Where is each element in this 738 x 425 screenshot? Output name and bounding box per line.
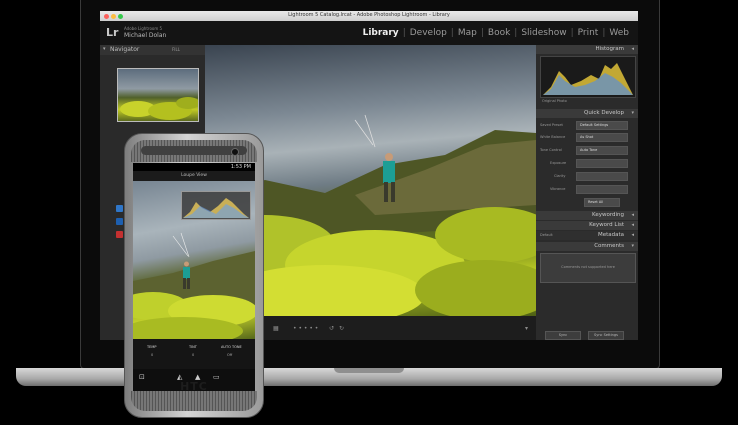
- module-map[interactable]: Map: [455, 28, 480, 38]
- lightroom-logo: Lr: [106, 26, 119, 39]
- collapse-triangle-icon: ▾: [103, 46, 106, 52]
- phone-status-bar: 1:53 PM: [133, 163, 255, 171]
- histogram-header[interactable]: Histogram ◂: [536, 45, 638, 54]
- quick-develop-header[interactable]: Quick Develop ▾: [536, 109, 638, 118]
- collapse-triangle-icon: ◂: [631, 222, 634, 228]
- metadata-header[interactable]: Default Metadata ◂: [536, 231, 638, 240]
- phone-bottom-speaker: [131, 391, 257, 411]
- rating-dots[interactable]: • • • • •: [293, 325, 318, 332]
- phone-adjust-controls: TEMP 0 TINT 0 AUTO TONE Off: [133, 339, 255, 369]
- default-preset-select[interactable]: Default: [540, 233, 553, 237]
- laptop-base: [16, 368, 722, 386]
- histogram-graph: [543, 63, 633, 95]
- original-photo-checkbox[interactable]: Original Photo: [542, 99, 567, 103]
- collapse-triangle-icon: ▾: [631, 110, 634, 116]
- navigator-label: Navigator: [110, 46, 140, 53]
- exposure-stepper[interactable]: [576, 159, 628, 168]
- phone-speaker-area: [131, 140, 257, 162]
- module-picker: Library | Develop | Map | Book | Slideshow | …: [360, 28, 632, 38]
- grid-view-icon[interactable]: ▦: [273, 325, 279, 332]
- tint-label: TINT: [189, 345, 197, 349]
- vibrance-label: Vibrance: [550, 187, 566, 191]
- htc-logo: HTC: [180, 380, 208, 393]
- collapse-triangle-icon: ◂: [631, 212, 634, 218]
- facebook-icon[interactable]: [116, 205, 123, 212]
- comments-placeholder: Comments not supported here: [561, 265, 615, 269]
- publish-service-icon[interactable]: [116, 231, 123, 238]
- comments-header[interactable]: Comments ▾: [536, 242, 638, 251]
- navigator-header[interactable]: ▾ Navigator FILL: [100, 45, 205, 55]
- flickr-icon[interactable]: [116, 218, 123, 225]
- auto-tone-button[interactable]: Auto Tone: [576, 146, 628, 155]
- collapse-triangle-icon: ◂: [631, 46, 634, 52]
- phone: 1:53 PM Loupe View TEMP 0 TINT 0 AUTO TO…: [124, 133, 264, 418]
- white-balance-select[interactable]: As Shot: [576, 133, 628, 142]
- keyword-list-label: Keyword List: [589, 222, 624, 228]
- module-library[interactable]: Library: [360, 28, 402, 38]
- module-web[interactable]: Web: [606, 28, 632, 38]
- temp-value[interactable]: 0: [151, 353, 153, 357]
- front-camera: [231, 148, 239, 156]
- phone-clock: 1:53 PM: [230, 164, 251, 170]
- collapse-triangle-icon: ◂: [631, 232, 634, 238]
- navigator-thumbnail[interactable]: [117, 68, 199, 122]
- toolbar-menu-icon[interactable]: ▾: [525, 325, 528, 332]
- module-slideshow[interactable]: Slideshow: [518, 28, 569, 38]
- module-print[interactable]: Print: [575, 28, 602, 38]
- phone-histogram-graph: [183, 198, 249, 218]
- sync-button[interactable]: Sync: [545, 331, 581, 340]
- keyword-list-header[interactable]: Keyword List ◂: [536, 221, 638, 230]
- quick-develop-label: Quick Develop: [584, 110, 624, 116]
- tint-value[interactable]: 0: [192, 353, 194, 357]
- comments-label: Comments: [594, 243, 624, 249]
- phone-screen: 1:53 PM Loupe View TEMP 0 TINT 0 AUTO TO…: [133, 163, 255, 391]
- histogram-chart: [540, 56, 636, 98]
- right-panel: Histogram ◂ Original Photo Quick Develop…: [536, 45, 638, 340]
- auto-tone-value[interactable]: Off: [227, 353, 232, 357]
- histogram-label: Histogram: [595, 46, 624, 52]
- phone-histogram: [181, 191, 251, 220]
- exposure-label: Exposure: [550, 161, 567, 165]
- rotate-right-icon[interactable]: ↻: [339, 325, 344, 332]
- vibrance-stepper[interactable]: [576, 185, 628, 194]
- window-titlebar: Lightroom 5 Catalog.lrcat - Adobe Photos…: [100, 11, 638, 21]
- zoom-fill-option[interactable]: FILL: [172, 47, 180, 52]
- phone-view-title: Loupe View: [181, 173, 207, 178]
- metadata-label: Metadata: [597, 232, 624, 238]
- saved-preset-select[interactable]: Default Settings: [576, 121, 628, 130]
- keywording-label: Keywording: [592, 212, 624, 218]
- temp-label: TEMP: [147, 345, 157, 349]
- lightroom-header: Lr Adobe Lightroom 5 Michael Dolan Libra…: [100, 21, 638, 45]
- module-book[interactable]: Book: [485, 28, 513, 38]
- module-develop[interactable]: Develop: [407, 28, 450, 38]
- publish-services-icons: [116, 205, 124, 244]
- user-name: Michael Dolan: [124, 32, 167, 39]
- rotate-left-icon[interactable]: ↺: [329, 325, 334, 332]
- phone-photo-view[interactable]: [133, 181, 255, 339]
- collapse-triangle-icon: ▾: [631, 243, 634, 249]
- laptop-notch: [334, 368, 404, 373]
- comments-box[interactable]: Comments not supported here: [540, 253, 636, 283]
- saved-preset-label: Saved Preset: [540, 123, 563, 127]
- white-balance-label: White Balance: [540, 135, 566, 139]
- clarity-label: Clarity: [554, 174, 566, 178]
- keywording-header[interactable]: Keywording ◂: [536, 211, 638, 220]
- reset-all-button[interactable]: Reset All: [584, 198, 620, 207]
- tone-control-label: Tone Control: [540, 148, 562, 152]
- navigator-thumbnail-image: [120, 97, 198, 120]
- window-title: Lightroom 5 Catalog.lrcat - Adobe Photos…: [288, 12, 450, 18]
- clarity-stepper[interactable]: [576, 172, 628, 181]
- app-name: Adobe Lightroom 5: [124, 26, 163, 31]
- auto-tone-label: AUTO TONE: [221, 345, 242, 349]
- phone-app-bar: Loupe View: [133, 171, 255, 181]
- sync-settings-button[interactable]: Sync Settings: [588, 331, 624, 340]
